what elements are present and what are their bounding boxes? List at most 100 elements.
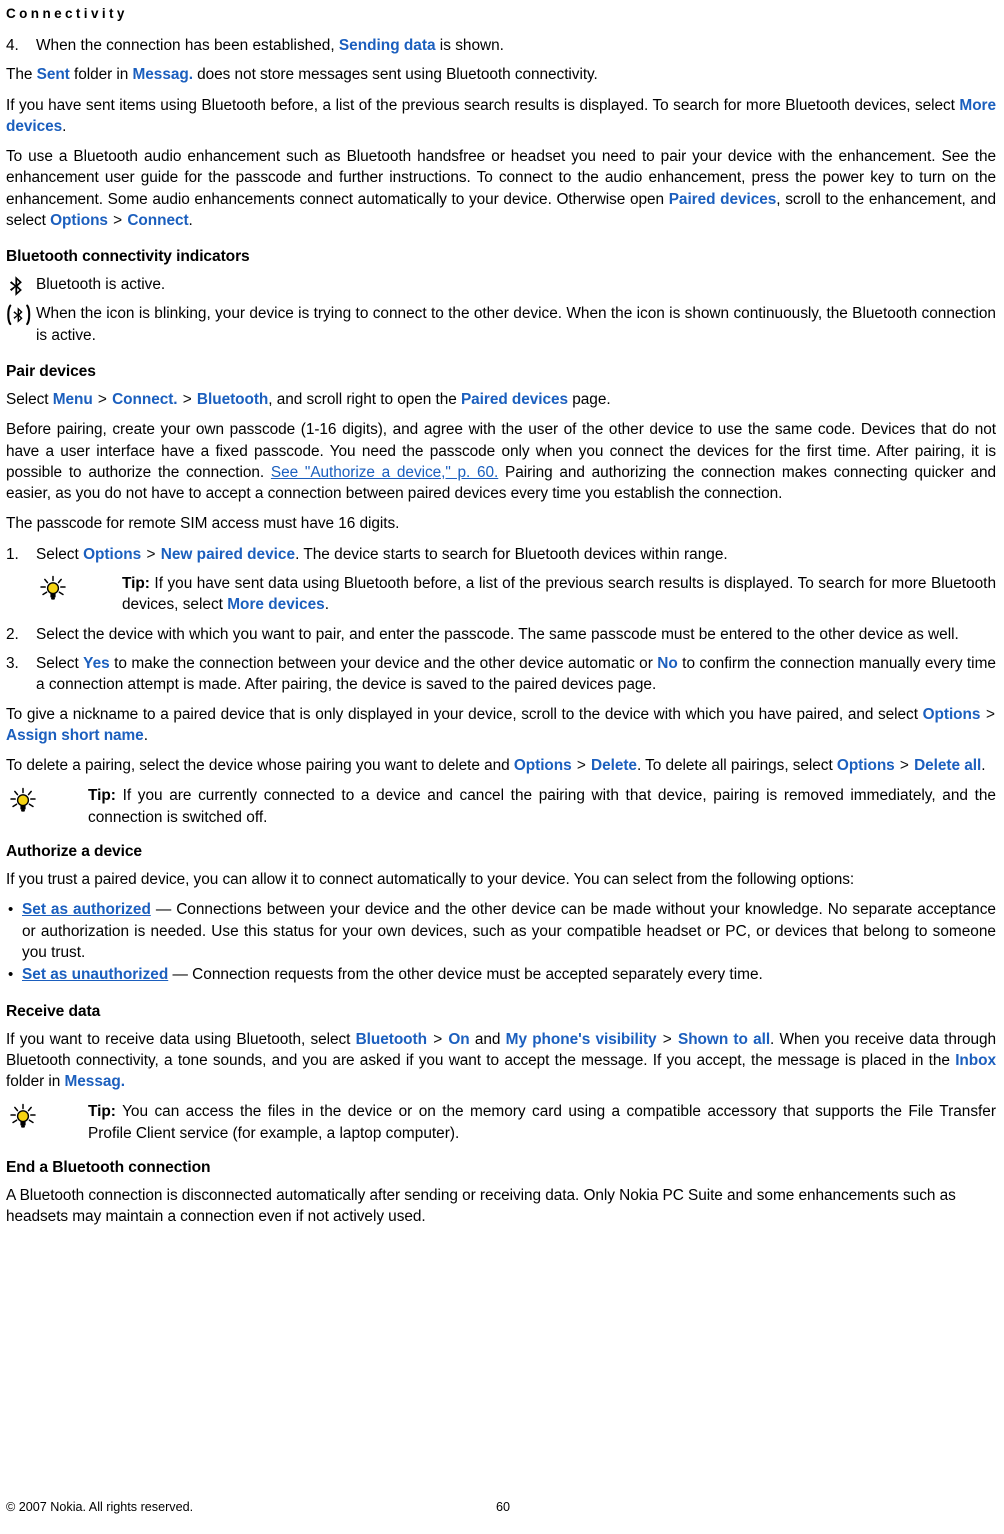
separator-gt: > (93, 390, 112, 408)
copyright-notice: © 2007 Nokia. All rights reserved. (6, 1500, 194, 1514)
ui-term-options[interactable]: Options (50, 212, 108, 229)
ui-term-set-as-unauthorized[interactable]: Set as unauthorized (22, 966, 168, 983)
ui-term-shown-to-all[interactable]: Shown to all (678, 1031, 770, 1048)
continuation-step-list: 4. When the connection has been establis… (6, 35, 996, 56)
ui-term-no[interactable]: No (657, 655, 678, 672)
heading-pair-devices: Pair devices (6, 362, 96, 380)
bullet-marker: • (8, 966, 14, 984)
list-item: 2. Select the device with which you want… (6, 624, 996, 645)
tip-label: Tip: (122, 575, 150, 593)
tip-text: Tip: You can access the files in the dev… (48, 1101, 996, 1144)
paragraph-end-connection: A Bluetooth connection is disconnected a… (6, 1186, 956, 1226)
ui-term-delete-all[interactable]: Delete all (914, 757, 981, 774)
tip-label: Tip: (88, 787, 116, 805)
ui-term-options[interactable]: Options (837, 757, 895, 774)
paragraph-receive-data: If you want to receive data using Blueto… (6, 1029, 996, 1093)
text-run: Select (36, 654, 84, 672)
ui-term-connect[interactable]: Connect (127, 212, 188, 229)
ui-term-options[interactable]: Options (514, 757, 572, 774)
ui-term-messag[interactable]: Messag. (133, 66, 193, 83)
ui-term-options[interactable]: Options (83, 546, 141, 563)
indicator-bluetooth-connecting: When the icon is blinking, your device i… (6, 303, 996, 346)
ui-term-on[interactable]: On (448, 1031, 469, 1048)
ui-term-assign-short-name[interactable]: Assign short name (6, 727, 144, 744)
cross-reference-authorize-device[interactable]: See "Authorize a device," p. 60. (271, 464, 498, 481)
text-run: The (6, 66, 37, 84)
text-run: You can access the files in the device o… (88, 1103, 996, 1142)
paragraph-pair-select-path: Select Menu > Connect. > Bluetooth, and … (6, 389, 996, 410)
text-run: Select (36, 545, 84, 563)
lightbulb-icon (6, 1103, 40, 1133)
separator-gt: > (981, 705, 995, 723)
step-number: 2. (6, 625, 19, 643)
ui-term-menu[interactable]: Menu (53, 391, 93, 408)
list-item: • Set as unauthorized — Connection reques… (6, 964, 996, 985)
heading-bluetooth-indicators: Bluetooth connectivity indicators (6, 248, 250, 266)
paragraph-remote-sim: The passcode for remote SIM access must … (6, 515, 400, 533)
paragraph-delete-pairing: To delete a pairing, select the device w… (6, 755, 996, 776)
list-item: 1. Select Options > New paired device. T… (6, 544, 996, 565)
bullet-marker: • (8, 901, 14, 919)
ui-term-paired-devices[interactable]: Paired devices (669, 191, 777, 208)
ui-term-connect[interactable]: Connect. (112, 391, 178, 408)
step-text: Select Yes to make the connection betwee… (36, 653, 996, 696)
tip-text: Tip: If you have sent data using Bluetoo… (78, 573, 996, 616)
paragraph-nickname: To give a nickname to a paired device th… (6, 704, 996, 747)
text-run: folder in (69, 66, 133, 84)
pair-devices-step-list-continued: 2. Select the device with which you want… (6, 624, 996, 696)
text-run: . To delete all pairings, select (636, 757, 837, 775)
heading-receive-data: Receive data (6, 1002, 101, 1020)
text-run: . The device starts to search for Blueto… (295, 545, 728, 563)
paragraph-authorize-intro: If you trust a paired device, you can al… (6, 871, 855, 889)
text-run: . (188, 212, 193, 230)
list-item: 3. Select Yes to make the connection bet… (6, 653, 996, 696)
paragraph-before-pairing: Before pairing, create your own passcode… (6, 419, 996, 504)
ui-term-sending-data[interactable]: Sending data (339, 37, 436, 54)
text-run: and (469, 1030, 506, 1048)
lightbulb-icon (36, 575, 70, 605)
ui-term-options[interactable]: Options (923, 706, 981, 723)
separator-gt: > (657, 1030, 677, 1048)
text-run: does not store messages sent using Bluet… (192, 66, 598, 84)
indicator-text: When the icon is blinking, your device i… (36, 305, 996, 344)
text-run: folder in (6, 1073, 65, 1091)
ui-term-set-as-authorized[interactable]: Set as authorized (22, 901, 151, 918)
step-text: Select the device with which you want to… (36, 624, 996, 645)
separator-gt: > (895, 757, 914, 775)
heading-authorize-device: Authorize a device (6, 843, 142, 861)
text-run: , and scroll right to open the (268, 390, 461, 408)
text-run: If you want to receive data using Blueto… (6, 1030, 356, 1048)
ui-term-my-phones-visibility[interactable]: My phone's visibility (506, 1031, 657, 1048)
running-header: Connectivity (6, 6, 128, 21)
ui-term-sent[interactable]: Sent (37, 66, 70, 83)
paragraph-sent-items: If you have sent items using Bluetooth b… (6, 95, 996, 138)
tip-text: Tip: If you are currently connected to a… (48, 785, 996, 828)
lightbulb-icon (6, 787, 40, 817)
indicator-text: Bluetooth is active. (36, 276, 166, 294)
separator-gt: > (142, 545, 160, 563)
page-footer: © 2007 Nokia. All rights reserved. 60 (6, 1498, 996, 1516)
ui-term-bluetooth[interactable]: Bluetooth (197, 391, 268, 408)
tip-label: Tip: (88, 1103, 116, 1121)
text-run: When the connection has been established… (36, 37, 339, 54)
text-run: If you are currently connected to a devi… (88, 787, 996, 826)
tip-more-devices: Tip: If you have sent data using Bluetoo… (6, 573, 996, 616)
text-run: page. (568, 390, 611, 408)
authorize-options-list: • Set as authorized — Connections between… (6, 899, 996, 985)
ui-term-yes[interactable]: Yes (83, 655, 110, 672)
ui-term-more-devices[interactable]: More devices (227, 596, 325, 613)
ui-term-delete[interactable]: Delete (591, 757, 637, 774)
ui-term-new-paired-device[interactable]: New paired device (161, 546, 295, 563)
separator-gt: > (108, 212, 127, 230)
heading-end-bluetooth-connection: End a Bluetooth connection (6, 1158, 211, 1176)
tip-cancel-pairing: Tip: If you are currently connected to a… (6, 785, 996, 828)
ui-term-paired-devices[interactable]: Paired devices (461, 391, 568, 408)
text-run: to make the connection between your devi… (109, 654, 658, 672)
ui-term-bluetooth[interactable]: Bluetooth (356, 1031, 427, 1048)
page-number: 60 (496, 1500, 511, 1514)
ui-term-inbox[interactable]: Inbox (955, 1052, 996, 1069)
ui-term-messag[interactable]: Messag. (65, 1073, 125, 1090)
text-run: To give a nickname to a paired device th… (6, 705, 923, 723)
text-run: — Connection requests from the other dev… (168, 966, 763, 984)
text-run: — Connections between your device and th… (22, 901, 996, 961)
